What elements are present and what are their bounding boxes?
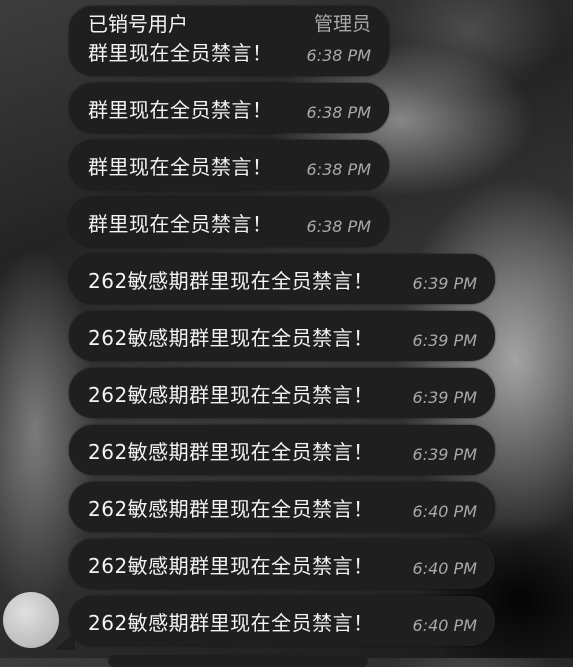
message-text: 262敏感期群里现在全员禁言！ [88, 440, 374, 464]
message-text: 群里现在全员禁言！ [88, 155, 273, 179]
message-time: 6:38 PM [306, 46, 371, 65]
message-text: 群里现在全员禁言！ [88, 41, 273, 65]
message-text: 262敏感期群里现在全员禁言！ [88, 554, 374, 578]
message-text: 262敏感期群里现在全员禁言！ [88, 383, 374, 407]
admin-badge: 管理员 [313, 13, 371, 35]
message-time: 6:39 PM [412, 274, 477, 293]
message-time: 6:38 PM [306, 160, 371, 179]
message-bubble[interactable]: 已销号用户 管理员 群里现在全员禁言！ 6:38 PM [69, 6, 389, 76]
message-time: 6:40 PM [412, 616, 477, 635]
message-bubble[interactable]: 262敏感期群里现在全员禁言！ 6:39 PM [69, 311, 495, 361]
message-text: 262敏感期群里现在全员禁言！ [88, 611, 374, 635]
message-time: 6:40 PM [412, 502, 477, 521]
message-text: 262敏感期群里现在全员禁言！ [88, 326, 374, 350]
message-bubble[interactable]: 262敏感期群里现在全员禁言！ 6:40 PM [69, 482, 495, 532]
bubble-tail [55, 632, 75, 650]
message-bubble[interactable]: 262敏感期群里现在全员禁言！ 6:39 PM [69, 425, 495, 475]
message-text: 262敏感期群里现在全员禁言！ [88, 269, 374, 293]
message-time: 6:40 PM [412, 559, 477, 578]
message-text: 262敏感期群里现在全员禁言！ [88, 497, 374, 521]
sender-name[interactable]: 已销号用户 [88, 12, 188, 36]
message-bubble[interactable]: 262敏感期群里现在全员禁言！ 6:40 PM [69, 596, 495, 646]
message-time: 6:39 PM [412, 388, 477, 407]
message-bubble[interactable]: 群里现在全员禁言！ 6:38 PM [69, 83, 389, 133]
message-time: 6:39 PM [412, 445, 477, 464]
message-time: 6:39 PM [412, 331, 477, 350]
message-bubble[interactable]: 262敏感期群里现在全员禁言！ 6:39 PM [69, 368, 495, 418]
message-text: 群里现在全员禁言！ [88, 212, 273, 236]
message-bubble[interactable]: 群里现在全员禁言！ 6:38 PM [69, 140, 389, 190]
message-time: 6:38 PM [306, 217, 371, 236]
message-bubble[interactable]: 262敏感期群里现在全员禁言！ 6:40 PM [69, 539, 495, 589]
avatar[interactable] [3, 592, 59, 648]
message-time: 6:38 PM [306, 103, 371, 122]
next-message-bubble-edge [108, 655, 368, 667]
message-bubble[interactable]: 群里现在全员禁言！ 6:38 PM [69, 197, 389, 247]
message-text: 群里现在全员禁言！ [88, 98, 273, 122]
message-bubble[interactable]: 262敏感期群里现在全员禁言！ 6:39 PM [69, 254, 495, 304]
